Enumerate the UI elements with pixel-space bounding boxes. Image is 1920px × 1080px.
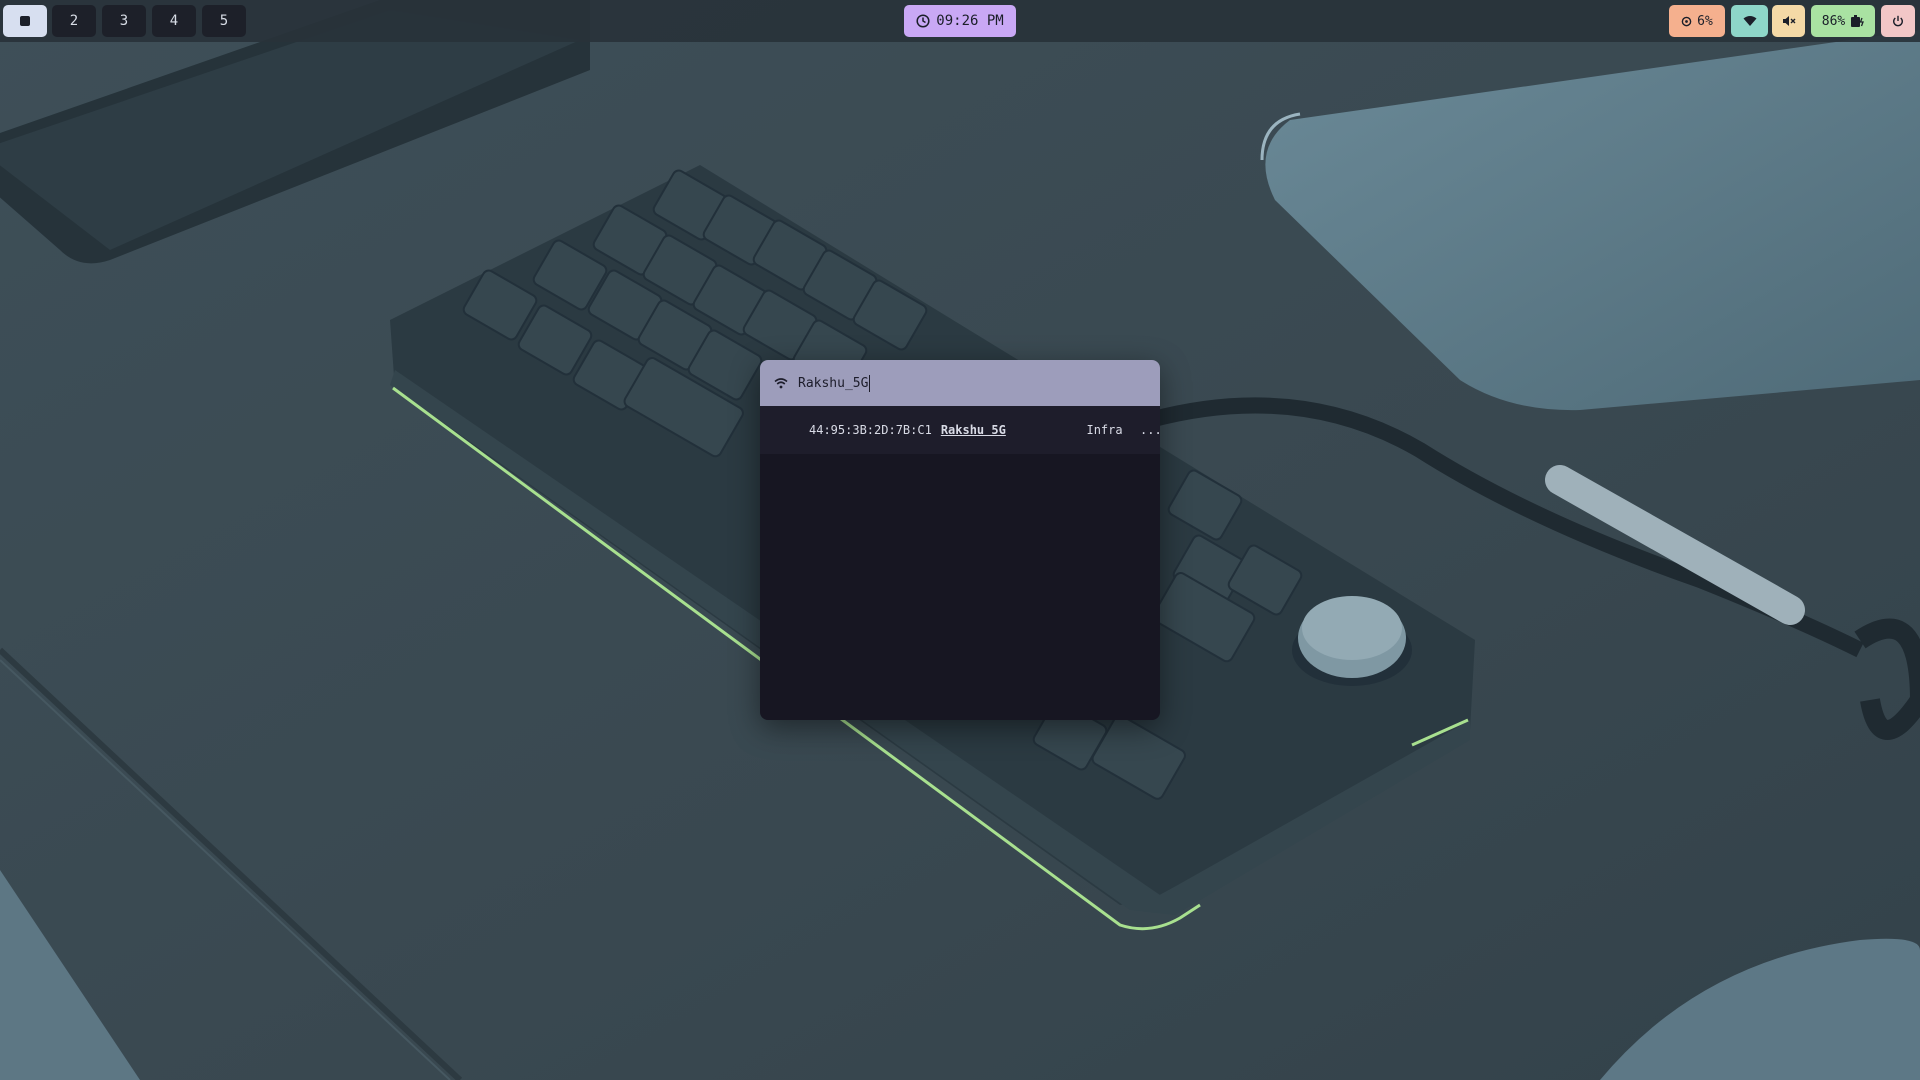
- workspace-4-button[interactable]: 4: [152, 5, 196, 37]
- network-mode: Infra: [1086, 423, 1123, 437]
- clock-time: 09:26 PM: [936, 13, 1004, 29]
- workspace-2-button[interactable]: 2: [52, 5, 96, 37]
- speaker-muted-icon: [1782, 16, 1795, 26]
- power-icon: [1893, 15, 1903, 27]
- clock-icon: [916, 14, 930, 28]
- wifi-icon: [774, 378, 788, 389]
- workspace-1-button[interactable]: [3, 5, 47, 37]
- network-ssid: Rakshu 5G: [940, 423, 1006, 437]
- power-button[interactable]: [1881, 5, 1915, 37]
- battery-charging-icon: [1851, 14, 1865, 27]
- battery-widget[interactable]: 86%: [1811, 5, 1875, 37]
- clock-widget[interactable]: 09:26 PM: [904, 5, 1016, 37]
- wifi-network-popup: Rakshu_5G 44:95:3B:2D:7B:C1 Rakshu 5G In…: [760, 360, 1160, 720]
- network-more: ...: [1140, 423, 1160, 437]
- network-list-item[interactable]: 44:95:3B:2D:7B:C1 Rakshu 5G Infra ...: [760, 406, 1160, 454]
- wifi-search-text: Rakshu_5G: [798, 375, 869, 391]
- active-workspace-icon: [20, 16, 30, 26]
- cpu-usage-value: 6%: [1697, 13, 1713, 29]
- battery-value: 86%: [1821, 13, 1846, 29]
- text-cursor: [869, 374, 871, 392]
- wifi-search-bar[interactable]: Rakshu_5G: [760, 360, 1160, 406]
- wifi-search-input[interactable]: Rakshu_5G: [798, 374, 871, 392]
- cpu-usage-widget[interactable]: 6%: [1669, 5, 1725, 37]
- cpu-icon: [1681, 16, 1692, 26]
- network-bssid: 44:95:3B:2D:7B:C1: [809, 423, 932, 437]
- wifi-widget[interactable]: [1731, 5, 1768, 37]
- workspace-5-button[interactable]: 5: [202, 5, 246, 37]
- top-bar: 2 3 4 5 09:26 PM 6% 86%: [0, 0, 1920, 42]
- wifi-icon: [1743, 16, 1756, 26]
- volume-widget[interactable]: [1772, 5, 1805, 37]
- workspace-3-button[interactable]: 3: [102, 5, 146, 37]
